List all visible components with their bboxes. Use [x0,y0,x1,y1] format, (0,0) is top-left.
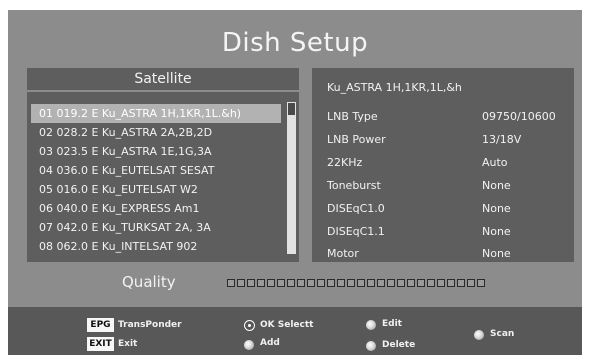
satellite-item-7[interactable]: 07 042.0 E Ku_TURKSAT 2A, 3A [31,218,281,237]
detail-label: Toneburst [327,179,381,192]
detail-value[interactable]: 09750/10600 [482,107,556,127]
yellow-button-icon [366,341,376,351]
dish-setup-screen: Dish Setup Satellite 01 019.2 E Ku_ASTRA… [8,10,582,355]
quality-segment [237,279,245,287]
detail-row-22khz[interactable]: 22KHz Auto [312,153,574,173]
quality-segment [397,279,405,287]
satellite-item-4[interactable]: 04 036.0 E Ku_EUTELSAT SESAT [31,161,281,180]
detail-value[interactable]: None [482,222,511,242]
detail-value[interactable]: None [482,244,511,264]
detail-label: 22KHz [327,156,363,169]
quality-segment [477,279,485,287]
scan-hint[interactable]: Scan [490,327,514,341]
satellite-list-scrollbar[interactable] [287,102,296,254]
page-title: Dish Setup [221,28,369,58]
detail-value[interactable]: Auto [482,153,508,173]
detail-label: DISEqC1.0 [327,202,385,215]
scrollbar-thumb[interactable] [287,102,296,116]
quality-segment [387,279,395,287]
quality-segment [377,279,385,287]
satellite-detail-panel: Ku_ASTRA 1H,1KR,1L,&h LNB Type 09750/106… [312,68,574,262]
satellite-item-5[interactable]: 05 016.0 E Ku_EUTELSAT W2 [31,180,281,199]
exit-key-icon: EXIT [87,337,114,351]
detail-row-diseqc11[interactable]: DISEqC1.1 None [312,222,574,242]
quality-segment [287,279,295,287]
quality-segment [267,279,275,287]
quality-segment [437,279,445,287]
quality-segment [257,279,265,287]
detail-label: Motor [327,247,359,260]
quality-segment [247,279,255,287]
exit-hint[interactable]: Exit [118,337,137,351]
satellite-item-3[interactable]: 03 023.5 E Ku_ASTRA 1E,1G,3A [31,142,281,161]
quality-segment [297,279,305,287]
signal-quality-meter [227,279,485,288]
detail-value[interactable]: None [482,176,511,196]
quality-segment [447,279,455,287]
transponder-hint[interactable]: TransPonder [118,318,182,332]
detail-row-lnb-power[interactable]: LNB Power 13/18V [312,130,574,150]
quality-segment [407,279,415,287]
detail-row-motor[interactable]: Motor None [312,244,574,264]
detail-label: DISEqC1.1 [327,225,385,238]
edit-hint[interactable]: Edit [382,317,402,331]
quality-segment [417,279,425,287]
satellite-panel-header: Satellite [27,68,299,90]
satellite-list: 01 019.2 E Ku_ASTRA 1H,1KR,1L.&h) 02 028… [27,92,299,262]
satellite-item-8[interactable]: 08 062.0 E Ku_INTELSAT 902 [31,237,281,256]
quality-segment [357,279,365,287]
quality-label: Quality [122,273,176,291]
satellite-item-2[interactable]: 02 028.2 E Ku_ASTRA 2A,2B,2D [31,123,281,142]
quality-segment [317,279,325,287]
quality-segment [347,279,355,287]
quality-segment [427,279,435,287]
detail-satellite-name: Ku_ASTRA 1H,1KR,1L,&h [327,81,462,94]
blue-button-icon [474,330,484,340]
detail-row-diseqc10[interactable]: DISEqC1.0 None [312,199,574,219]
satellite-item-6[interactable]: 06 040.0 E Ku_EXPRESS Am1 [31,199,281,218]
button-hint-bar: EPG TransPonder EXIT Exit OK Selectt Add… [8,307,582,355]
add-hint[interactable]: Add [260,336,280,350]
quality-segment [367,279,375,287]
detail-row-lnb-type[interactable]: LNB Type 09750/10600 [312,107,574,127]
detail-value[interactable]: None [482,199,511,219]
ok-select-hint[interactable]: OK Selectt [260,318,313,332]
epg-key-icon: EPG [87,318,114,332]
satellite-item-1[interactable]: 01 019.2 E Ku_ASTRA 1H,1KR,1L.&h) [31,104,281,123]
quality-segment [327,279,335,287]
detail-label: LNB Type [327,110,378,123]
detail-row-toneburst[interactable]: Toneburst None [312,176,574,196]
detail-label: LNB Power [327,133,386,146]
quality-segment [457,279,465,287]
quality-segment [467,279,475,287]
delete-hint[interactable]: Delete [382,338,415,352]
ok-button-icon [244,320,255,331]
quality-segment [307,279,315,287]
red-button-icon [244,340,254,350]
quality-segment [227,279,235,287]
detail-value[interactable]: 13/18V [482,130,521,150]
quality-segment [277,279,285,287]
green-button-icon [366,320,376,330]
quality-segment [337,279,345,287]
